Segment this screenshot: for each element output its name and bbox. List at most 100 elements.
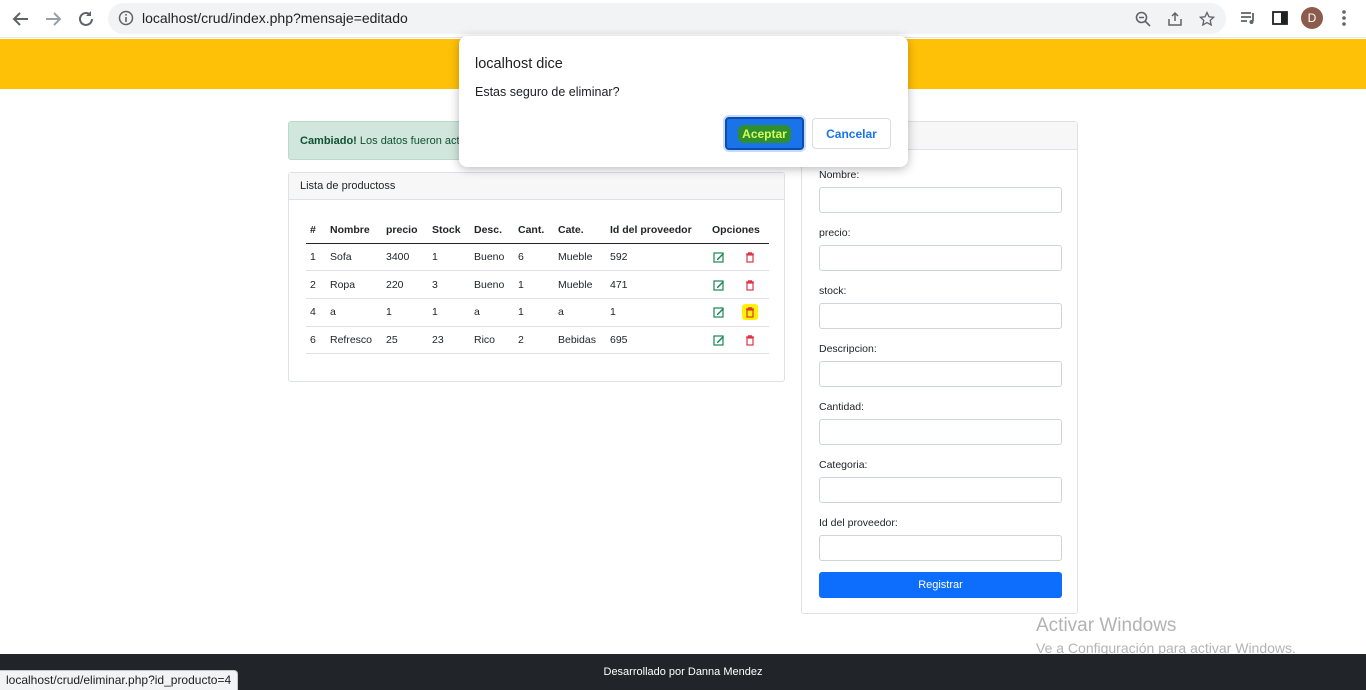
cell-id: 4 [306,298,326,327]
col-cant-header: Cant. [514,217,554,244]
registrar-button[interactable]: Registrar [819,572,1062,598]
edit-icon[interactable] [713,251,725,263]
cell-id: 6 [306,326,326,355]
col-opciones-header: Opciones [708,217,769,244]
cantidad-input[interactable] [819,419,1062,445]
descripcion-label: Descripcion: [819,343,877,355]
col-desc-header: Desc. [470,217,514,244]
cell-cate: Mueble [554,243,606,272]
cell-cant: 1 [514,270,554,299]
dialog-message: Estas seguro de eliminar? [475,85,620,99]
accept-button[interactable]: Aceptar [725,117,804,150]
cell-stock: 3 [428,270,470,299]
address-bar[interactable]: localhost/crud/index.php?mensaje=editado [108,3,1226,34]
cell-cant: 1 [514,298,554,327]
cell-desc: a [470,298,514,327]
cell-cate: a [554,298,606,327]
cell-proveedor: 1 [606,298,708,327]
stock-label: stock: [819,285,847,297]
bookmark-star-icon[interactable] [1198,10,1216,32]
link-status-bar: localhost/crud/eliminar.php?id_producto=… [0,670,239,690]
col-id-header: # [306,217,326,244]
cell-desc: Rico [470,326,514,355]
browser-toolbar: localhost/crud/index.php?mensaje=editado… [0,0,1366,38]
cell-stock: 1 [428,298,470,327]
proveedor-label: Id del proveedor: [819,517,898,529]
table-row: 6 Refresco 25 23 Rico 2 Bebidas 695 [306,326,769,355]
delete-icon-highlighted[interactable] [741,304,758,321]
cell-cant: 2 [514,326,554,355]
accept-button-label: Aceptar [738,124,791,143]
cell-cant: 6 [514,243,554,272]
proveedor-input[interactable] [819,535,1062,561]
precio-input[interactable] [819,245,1062,271]
cell-nombre: Refresco [326,326,382,355]
edit-icon[interactable] [713,306,725,318]
cancel-button[interactable]: Cancelar [812,118,891,149]
product-form-card: Nombre: precio: stock: Descripcion: Cant… [801,121,1078,614]
table-row: 1 Sofa 3400 1 Bueno 6 Mueble 592 [306,243,769,272]
product-list-header: Lista de productoss [289,173,784,200]
col-precio-header: precio [382,217,428,244]
cell-cate: Mueble [554,270,606,299]
zoom-icon[interactable] [1135,11,1151,32]
cell-opciones [708,243,769,272]
cell-desc: Bueno [470,243,514,272]
table-row: 2 Ropa 220 3 Bueno 1 Mueble 471 [306,270,769,299]
forward-arrow-icon[interactable] [43,9,63,29]
col-proveedor-header: Id del proveedor [606,217,708,244]
cell-proveedor: 695 [606,326,708,355]
dialog-title: localhost dice [475,56,563,72]
cell-nombre: Ropa [326,270,382,299]
cell-opciones [708,298,769,327]
alert-strong: Cambiado! [300,135,357,147]
cell-nombre: a [326,298,382,327]
cell-proveedor: 471 [606,270,708,299]
profile-avatar[interactable]: D [1301,7,1323,29]
share-icon[interactable] [1167,11,1183,32]
activation-watermark-title: Activar Windows [1036,615,1177,636]
nombre-label: Nombre: [819,169,860,181]
categoria-label: Categoria: [819,459,868,471]
edit-icon[interactable] [713,334,725,346]
cell-id: 2 [306,270,326,299]
cell-cate: Bebidas [554,326,606,355]
col-stock-header: Stock [428,217,470,244]
cell-id: 1 [306,243,326,272]
edit-icon[interactable] [713,279,725,291]
footer-text: Desarrollado por Danna Mendez [603,666,763,678]
cell-precio: 25 [382,326,428,355]
cell-desc: Bueno [470,270,514,299]
more-menu-icon[interactable] [1337,9,1351,32]
back-arrow-icon[interactable] [11,9,31,29]
site-info-icon[interactable] [118,10,134,31]
delete-icon[interactable] [744,251,756,263]
table-row: 4 a 1 1 a 1 a 1 [306,298,769,327]
cell-stock: 23 [428,326,470,355]
product-list-card: Lista de productoss # Nombre precio Stoc… [288,172,785,382]
cell-proveedor: 592 [606,243,708,272]
descripcion-input[interactable] [819,361,1062,387]
cell-precio: 3400 [382,243,428,272]
delete-icon[interactable] [744,279,756,291]
col-cate-header: Cate. [554,217,606,244]
stock-input[interactable] [819,303,1062,329]
url-text[interactable]: localhost/crud/index.php?mensaje=editado [142,10,408,26]
reload-icon[interactable] [76,9,96,29]
cell-opciones [708,270,769,299]
cell-precio: 220 [382,270,428,299]
cell-opciones [708,326,769,355]
side-panel-icon[interactable] [1271,9,1289,32]
delete-icon[interactable] [744,334,756,346]
cell-nombre: Sofa [326,243,382,272]
media-control-icon[interactable] [1239,9,1257,32]
product-table: # Nombre precio Stock Desc. Cant. Cate. … [306,217,769,355]
nombre-input[interactable] [819,187,1062,213]
col-nombre-header: Nombre [326,217,382,244]
cell-precio: 1 [382,298,428,327]
cantidad-label: Cantidad: [819,401,864,413]
categoria-input[interactable] [819,477,1062,503]
confirm-dialog: localhost dice Estas seguro de eliminar?… [459,36,908,167]
cell-stock: 1 [428,243,470,272]
precio-label: precio: [819,227,851,239]
